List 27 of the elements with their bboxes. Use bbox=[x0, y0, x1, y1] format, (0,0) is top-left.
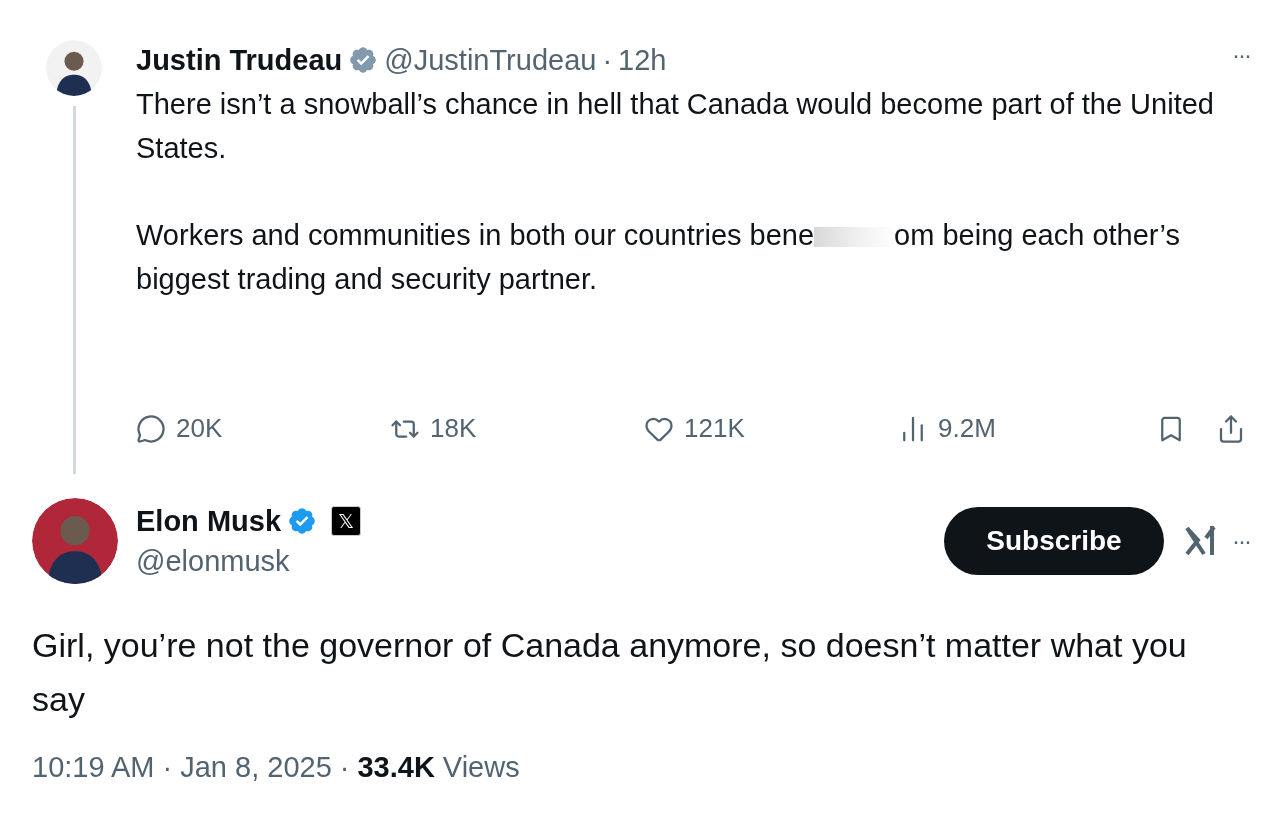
author-handle[interactable]: @elonmusk bbox=[136, 541, 361, 581]
post-time[interactable]: 10:19 AM bbox=[32, 746, 155, 790]
subscribe-button[interactable]: Subscribe bbox=[944, 507, 1164, 575]
tweet-text: Workers and communities in both our countries bene om being each other’s biggest trading and security partner. bbox=[136, 218, 1181, 297]
post-date[interactable]: Jan 8, 2025 bbox=[180, 746, 332, 790]
separator-dot: · bbox=[602, 43, 613, 78]
like-action[interactable]: 121K bbox=[644, 409, 898, 448]
grok-logo-icon[interactable] bbox=[1184, 524, 1218, 558]
avatar[interactable] bbox=[46, 40, 102, 96]
more-button[interactable]: ··· bbox=[1232, 529, 1250, 553]
author-name[interactable]: Justin Trudeau bbox=[136, 40, 343, 80]
reply-icon bbox=[136, 413, 166, 444]
separator-dot: · bbox=[339, 750, 350, 785]
reply-action[interactable]: 20K bbox=[136, 409, 390, 448]
separator-dot: · bbox=[162, 750, 173, 785]
author-handle[interactable]: @JustinTrudeau bbox=[384, 40, 597, 80]
view-count: 33.4K bbox=[357, 750, 435, 785]
affiliate-badge[interactable]: 𝕏 bbox=[331, 506, 361, 536]
views-label: Views bbox=[442, 750, 520, 785]
tweet-text: There isn’t a snowball’s chance in hell that Canada would become part of the United States. bbox=[136, 87, 1215, 166]
views-action[interactable]: 9.2M bbox=[898, 409, 1152, 448]
post-time[interactable]: 12h bbox=[618, 40, 667, 80]
avatar[interactable] bbox=[32, 498, 118, 584]
repost-action[interactable]: 18K bbox=[390, 409, 644, 448]
reply-text: Girl, you’re not the governor of Canada anymore, so doesn’t matter what you say bbox=[31, 625, 1188, 720]
more-button[interactable]: ··· bbox=[1232, 43, 1250, 67]
author-name[interactable]: Elon Musk bbox=[136, 501, 281, 541]
